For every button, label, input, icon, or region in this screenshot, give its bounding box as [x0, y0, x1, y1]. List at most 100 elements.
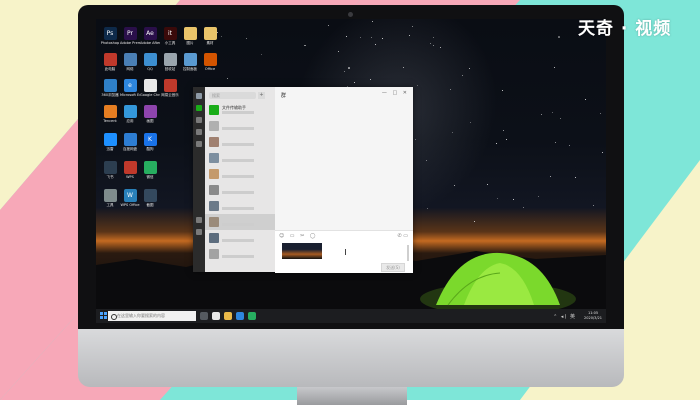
desktop-icon-label: 工具	[106, 203, 114, 207]
desktop-icon[interactable]: QQ	[140, 53, 160, 75]
call-icon[interactable]: ✆ ▭	[397, 233, 408, 239]
chat-preview-blurred	[222, 223, 254, 226]
star	[226, 77, 228, 79]
desktop-icon-label: WPS	[126, 175, 134, 179]
desktop-icon[interactable]: 应用	[120, 105, 140, 127]
chat-list-item[interactable]: 文件传输助手	[205, 102, 275, 118]
chat-list-item[interactable]	[205, 214, 275, 230]
desktop-icon[interactable]: 工具	[100, 189, 120, 211]
clock[interactable]: 11:05 2020/3/21	[584, 311, 602, 320]
star	[501, 89, 503, 91]
star	[538, 196, 540, 198]
desktop-icon[interactable]: 迅雷	[100, 133, 120, 155]
taskbar-explorer-icon[interactable]	[224, 312, 232, 320]
chat-list-item[interactable]	[205, 150, 275, 166]
star	[600, 112, 602, 114]
avatar	[209, 105, 219, 115]
desktop-icon[interactable]: 此电脑	[100, 53, 120, 75]
files-icon[interactable]	[196, 141, 202, 147]
desktop-icon[interactable]: WPS	[120, 161, 140, 183]
chat-list-item[interactable]	[205, 134, 275, 150]
chat-list-item[interactable]	[205, 230, 275, 246]
chat-list-item[interactable]	[205, 198, 275, 214]
star	[592, 205, 594, 207]
star	[559, 117, 561, 119]
chat-list-item[interactable]	[205, 246, 275, 262]
desktop-icon-label: Google Chrome	[140, 93, 160, 97]
desktop-icon[interactable]: Office	[200, 53, 220, 75]
desktop-icon[interactable]: it 小工具	[160, 27, 180, 49]
desktop-icon[interactable]: 截图	[140, 189, 160, 211]
desktop-icon[interactable]: Ps Photoshop	[100, 27, 120, 49]
desktop-icon[interactable]: 图片	[180, 27, 200, 49]
taskbar-search-input[interactable]: 在这里输入你要搜索的内容	[108, 311, 196, 321]
avatar	[209, 201, 219, 211]
search-input[interactable]: 搜索	[209, 92, 256, 99]
app-icon	[103, 79, 117, 92]
window-controls[interactable]: — □ ✕	[382, 90, 409, 96]
desktop-icon[interactable]: 微信	[140, 161, 160, 183]
taskbar-wechat-icon[interactable]	[248, 312, 256, 320]
chat-panel: 群 — □ ✕ ☺ ▭ ✂ ◯ ✆ ▭ 发送(S)	[275, 87, 413, 273]
avatar	[209, 153, 219, 163]
search-icon	[111, 314, 117, 320]
desktop-icon[interactable]: 控制面板	[180, 53, 200, 75]
chat-list-item[interactable]	[205, 166, 275, 182]
desktop-icon-label: 飞书	[106, 175, 114, 179]
desktop-icon[interactable]: Google Chrome	[140, 79, 160, 101]
star	[506, 138, 508, 140]
taskbar-task-view-icon[interactable]	[200, 312, 208, 320]
app-icon	[203, 53, 217, 66]
compose-area[interactable]: ☺ ▭ ✂ ◯ ✆ ▭ 发送(S)	[275, 230, 413, 273]
taskbar-store-icon[interactable]	[236, 312, 244, 320]
taskbar-chrome-icon[interactable]	[212, 312, 220, 320]
desktop-icon[interactable]: W WPS Office	[120, 189, 140, 211]
desktop-icon[interactable]: 回收站	[160, 53, 180, 75]
desktop-icon-label: Microsoft Edge	[120, 93, 140, 97]
avatar	[209, 121, 219, 131]
desktop-icon[interactable]: K 酷狗	[140, 133, 160, 155]
favorites-icon[interactable]	[196, 129, 202, 135]
chat-icon[interactable]	[196, 105, 202, 111]
desktop-icon[interactable]: 网易云音乐	[160, 79, 180, 101]
desktop-icon[interactable]: eMicrosoft Edge	[120, 79, 140, 101]
star	[495, 142, 497, 144]
contacts-icon[interactable]	[196, 117, 202, 123]
app-icon	[183, 27, 197, 40]
desktop-icon[interactable]: 百度网盘	[120, 133, 140, 155]
avatar[interactable]	[196, 93, 202, 99]
windows-start-icon[interactable]	[100, 312, 107, 319]
desktop-icon-label: 酷狗	[146, 147, 154, 151]
desktop-icon[interactable]: PrAdobe Premiere	[120, 27, 140, 49]
add-button[interactable]: +	[258, 92, 265, 99]
chat-preview-blurred	[222, 127, 254, 130]
chat-list-item[interactable]	[205, 182, 275, 198]
desktop-icon[interactable]: 素材	[200, 27, 220, 49]
star	[497, 197, 499, 199]
desktop-icon[interactable]: 画图	[140, 105, 160, 127]
desktop-icon[interactable]: 网络	[120, 53, 140, 75]
desktop-icon[interactable]: 飞书	[100, 161, 120, 183]
scrollbar[interactable]	[407, 245, 409, 261]
desktop-icon[interactable]: AeAdobe After Effects	[140, 27, 160, 49]
send-button[interactable]: 发送(S)	[381, 263, 405, 272]
star	[343, 71, 345, 73]
desktop-icon-label: 360浏览器	[101, 93, 119, 97]
desktop-icon-label: 应用	[126, 119, 134, 123]
desktop-icon[interactable]: Tencent	[100, 105, 120, 127]
star	[541, 113, 543, 115]
pasted-image-thumbnail[interactable]	[282, 243, 322, 259]
app-icon	[123, 161, 137, 174]
star	[574, 177, 576, 179]
system-tray-icons[interactable]: ⌃ ◂) 英	[553, 313, 576, 320]
text-cursor	[345, 249, 346, 255]
compose-toolbar-icons[interactable]: ☺ ▭ ✂ ◯	[279, 233, 318, 239]
chat-list-item[interactable]	[205, 118, 275, 134]
app-icon	[103, 189, 117, 202]
star	[245, 37, 247, 39]
star	[554, 142, 556, 144]
desktop-icon[interactable]: 360浏览器	[100, 79, 120, 101]
moments-icon[interactable]	[196, 217, 202, 223]
menu-icon[interactable]	[196, 229, 202, 235]
app-icon	[203, 27, 217, 40]
